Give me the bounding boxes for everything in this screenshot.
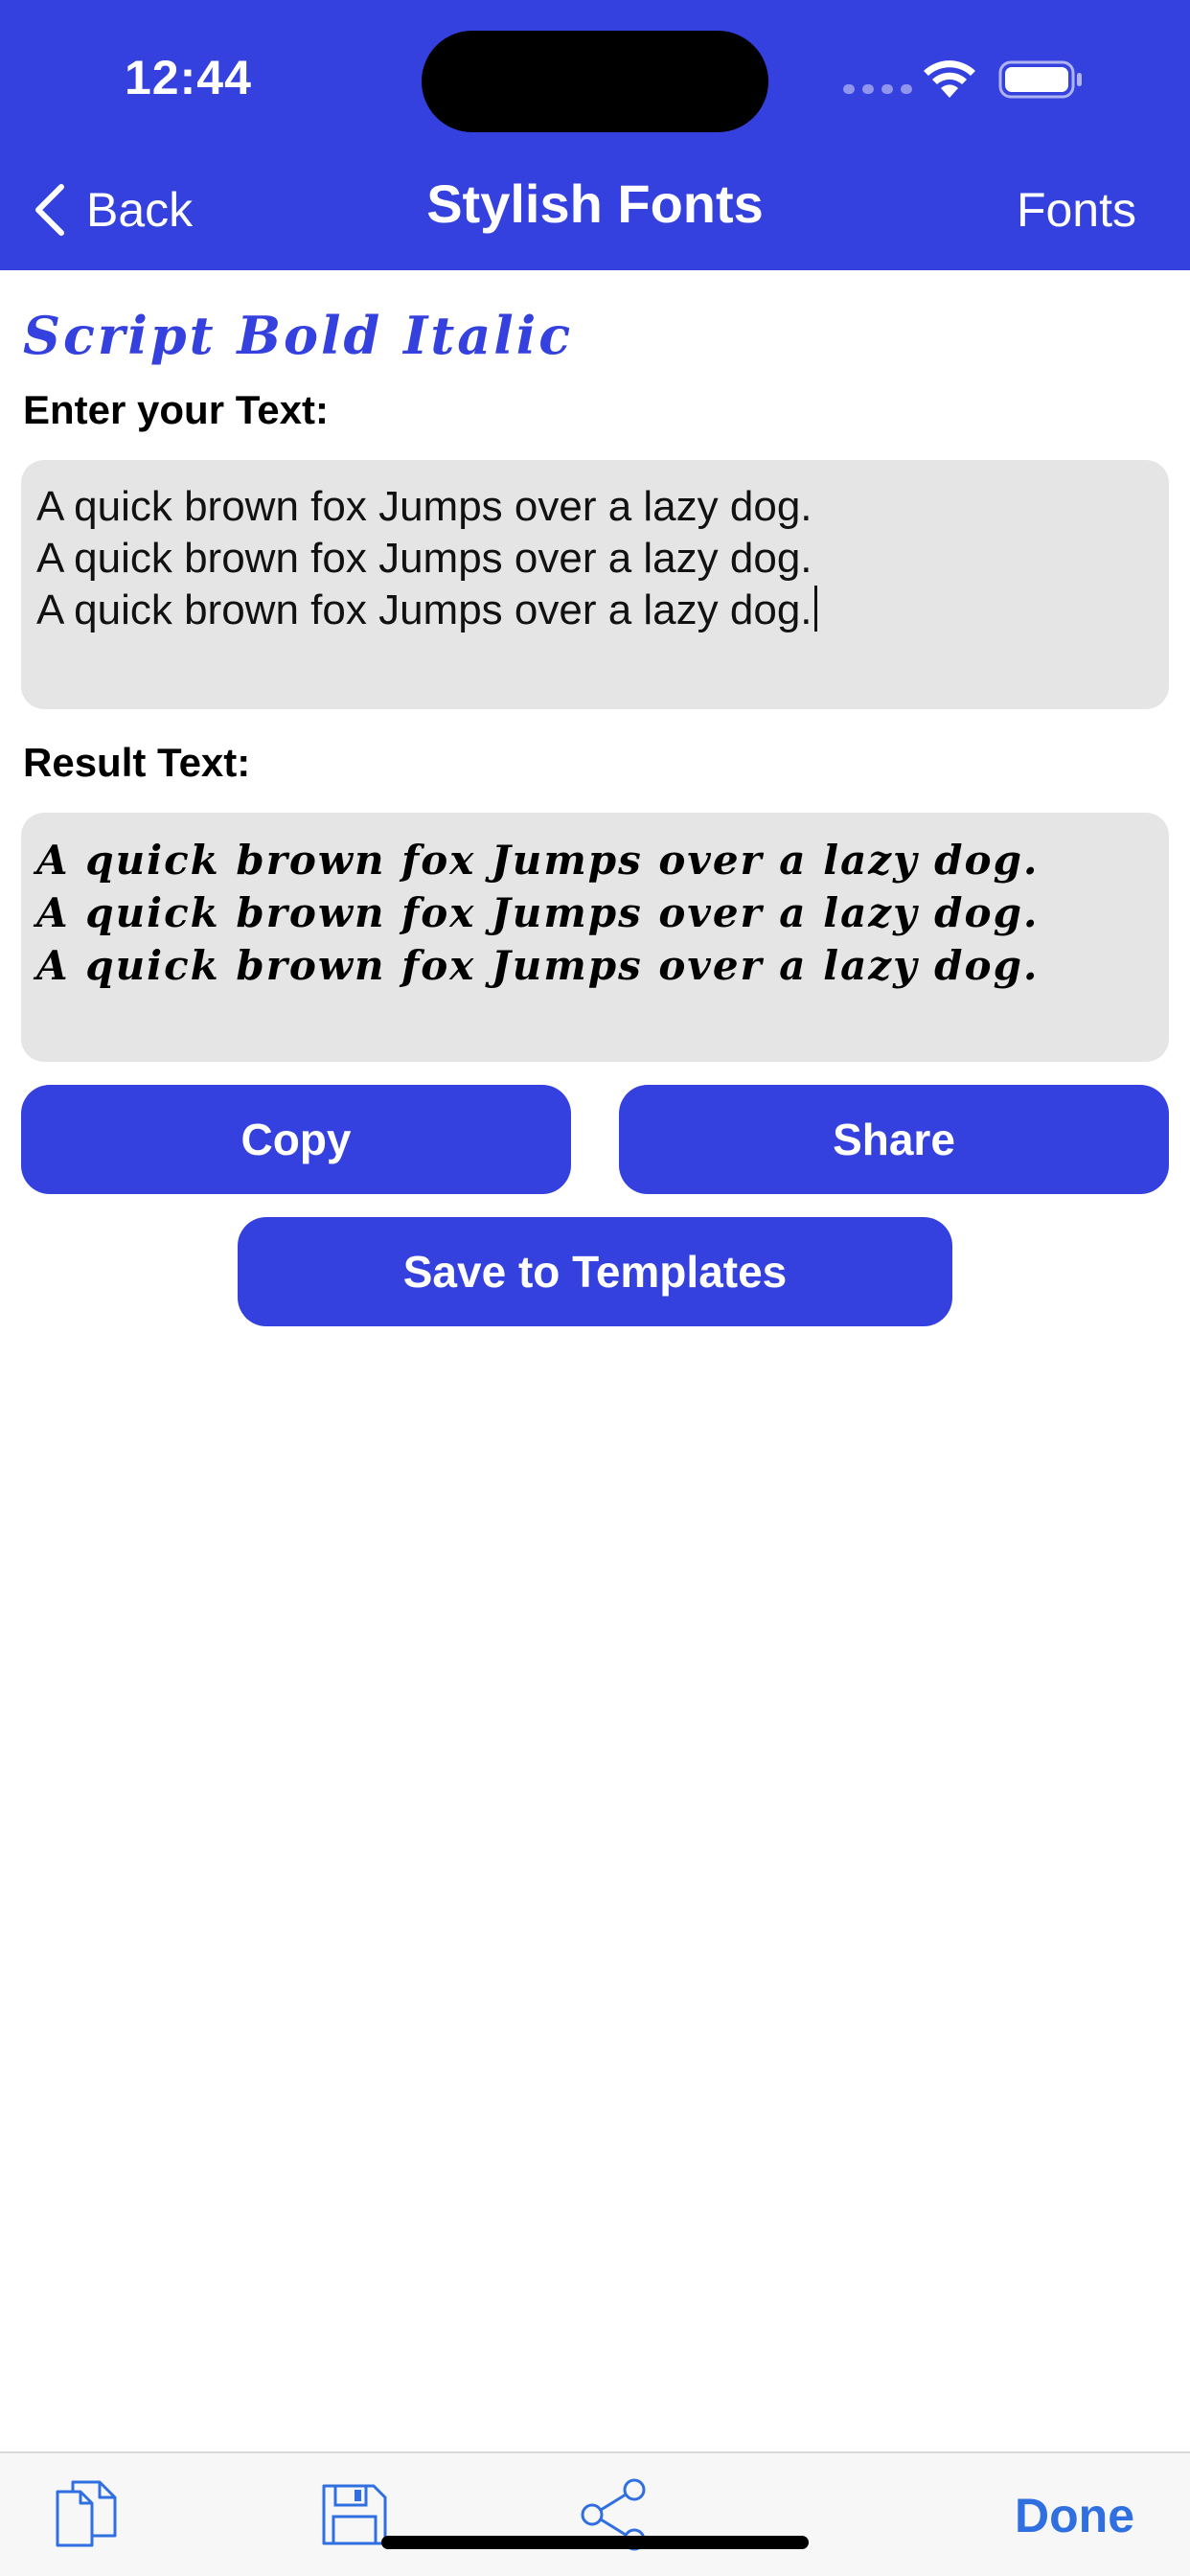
result-line: A quick brown fox Jumps over a lazy dog. <box>36 889 1040 936</box>
save-to-templates-button[interactable]: Save to Templates <box>238 1217 952 1326</box>
battery-icon <box>998 60 1082 99</box>
share-button[interactable]: Share <box>619 1085 1169 1194</box>
documents-icon[interactable] <box>50 2478 126 2551</box>
input-label: Enter your Text: <box>23 387 329 432</box>
text-cursor <box>813 586 817 632</box>
result-line: A quick brown fox Jumps over a lazy dog. <box>36 837 1040 884</box>
bottom-toolbar: Done <box>0 2451 1190 2576</box>
dynamic-island <box>422 31 768 132</box>
input-line-text: A quick brown fox Jumps over a lazy dog. <box>36 586 812 633</box>
signal-icon <box>843 84 912 94</box>
result-text-area[interactable]: A quick brown fox Jumps over a lazy dog.… <box>21 813 1169 1062</box>
text-input-area[interactable]: A quick brown fox Jumps over a lazy dog.… <box>21 460 1169 709</box>
status-time: 12:44 <box>125 51 252 104</box>
nav-header: 12:44 Back Stylish Fonts Fonts <box>0 0 1190 270</box>
page-title: Stylish Fonts <box>426 173 764 234</box>
done-button[interactable]: Done <box>1015 2488 1134 2543</box>
wifi-icon <box>924 60 975 98</box>
input-line: A quick brown fox Jumps over a lazy dog. <box>36 535 812 582</box>
result-line: A quick brown fox Jumps over a lazy dog. <box>36 942 1040 989</box>
selected-font-name: Script Bold Italic <box>23 305 574 366</box>
fonts-button[interactable]: Fonts <box>1017 182 1136 238</box>
input-line: A quick brown fox Jumps over a lazy dog. <box>36 483 812 530</box>
result-label: Result Text: <box>23 740 251 785</box>
home-indicator <box>381 2536 809 2549</box>
copy-button[interactable]: Copy <box>21 1085 571 1194</box>
input-line-last: A quick brown fox Jumps over a lazy dog. <box>36 585 1154 636</box>
